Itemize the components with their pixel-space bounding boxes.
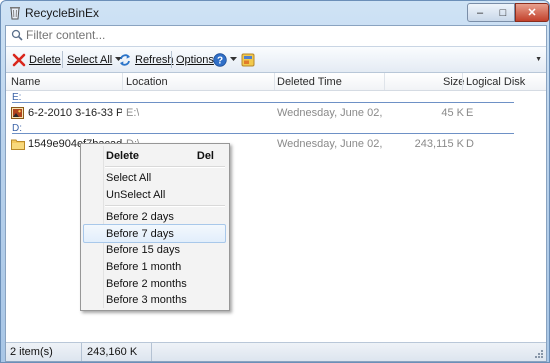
file-row[interactable]: 6-2-2010 3-16-33 PM.... E:\ Wednesday, J… [6,104,546,122]
context-menu: Delete Del Select All UnSelect All Befor… [80,143,230,311]
menu-item-before-15-days[interactable]: Before 15 days [83,241,226,258]
status-divider [151,343,152,361]
menu-item-label: Select All [106,172,152,184]
refresh-label: Refresh [135,53,174,66]
menu-item-label: Before 2 months [106,278,187,290]
group-header-d[interactable]: D: [6,123,546,135]
file-size: 243,115 K [414,138,464,150]
menu-item-label: Before 7 days [106,228,174,240]
menu-item-before-3-months[interactable]: Before 3 months [83,291,226,308]
about-icon [241,53,255,66]
maximize-icon: □ [499,6,507,19]
status-item-count: 2 item(s) [10,346,53,358]
toolbar-overflow-icon[interactable]: ▼ [535,56,542,63]
file-deleted-time: Wednesday, June 02, 20... [277,138,383,150]
menu-item-label: Before 15 days [106,244,180,256]
file-deleted-time: Wednesday, June 02, 20... [277,107,383,119]
refresh-icon [120,53,130,66]
menu-item-label: Delete [106,150,140,162]
menu-item-before-2-days[interactable]: Before 2 days [83,208,226,225]
column-divider[interactable] [384,73,385,90]
help-button[interactable]: ? [213,51,237,68]
app-window: RecycleBinEx – □ ✕ Delete Select All [0,0,550,363]
close-button[interactable]: ✕ [515,3,549,22]
column-divider[interactable] [462,73,463,90]
menu-item-select-all[interactable]: Select All [83,169,226,186]
column-name[interactable]: Name [11,76,40,88]
group-divider [12,133,514,134]
resize-grip-icon[interactable] [534,349,544,359]
menu-item-delete[interactable]: Delete Del [83,147,226,164]
folder-icon [11,139,25,150]
menu-item-before-2-months[interactable]: Before 2 months [83,275,226,292]
column-divider[interactable] [122,73,123,90]
menu-item-label: Before 2 days [106,211,174,223]
status-total-size: 243,160 K [87,346,138,358]
minimize-button[interactable]: – [467,3,493,22]
title-bar[interactable]: RecycleBinEx – □ ✕ [1,1,549,25]
column-header: Name Location Deleted Time Size Logical … [6,73,546,91]
recycle-bin-icon [10,7,20,20]
options-button[interactable]: Options [176,51,214,68]
column-deleted-time[interactable]: Deleted Time [277,76,342,88]
svg-text:?: ? [217,55,223,66]
about-button[interactable] [241,51,255,68]
menu-item-shortcut: Del [196,150,214,162]
column-divider[interactable] [274,73,275,90]
image-file-icon [11,107,24,119]
status-divider [81,343,82,361]
group-header-e[interactable]: E: [6,92,546,104]
menu-item-before-1-month[interactable]: Before 1 month [83,258,226,275]
menu-item-unselect-all[interactable]: UnSelect All [83,186,226,203]
file-location: E:\ [126,107,140,119]
filter-bar [6,26,546,47]
maximize-button[interactable]: □ [492,3,515,22]
chevron-down-icon [230,57,237,61]
menu-separator [105,166,225,168]
file-disk: E [466,107,474,119]
delete-label: Delete [29,53,61,66]
delete-button[interactable]: Delete [12,51,61,68]
select-all-label: Select All [67,53,113,66]
search-icon [11,29,23,41]
file-disk: D [466,138,474,150]
column-logical-disk[interactable]: Logical Disk [466,76,525,88]
toolbar-divider [62,51,63,68]
column-location[interactable]: Location [126,76,168,88]
delete-icon [12,53,26,66]
menu-item-label: Before 3 months [106,294,187,306]
menu-item-label: Before 1 month [106,261,182,273]
filter-input[interactable] [26,27,536,43]
file-name: 6-2-2010 3-16-33 PM.... [28,107,122,119]
select-all-button[interactable]: Select All [67,51,123,68]
menu-item-label: UnSelect All [106,189,166,201]
options-label: Options [176,53,214,66]
toolbar-divider [171,51,172,68]
window-title: RecycleBinEx [25,6,100,20]
status-bar: 2 item(s) 243,160 K [6,342,546,361]
help-icon: ? [213,52,227,67]
refresh-button[interactable]: Refresh [118,51,174,68]
close-icon: ✕ [527,7,537,19]
toolbar: Delete Select All Refresh Options ? ▼ [6,47,546,73]
menu-separator [105,205,225,207]
file-size: 45 K [441,107,464,119]
group-divider [12,102,514,103]
minimize-icon: – [476,6,484,19]
